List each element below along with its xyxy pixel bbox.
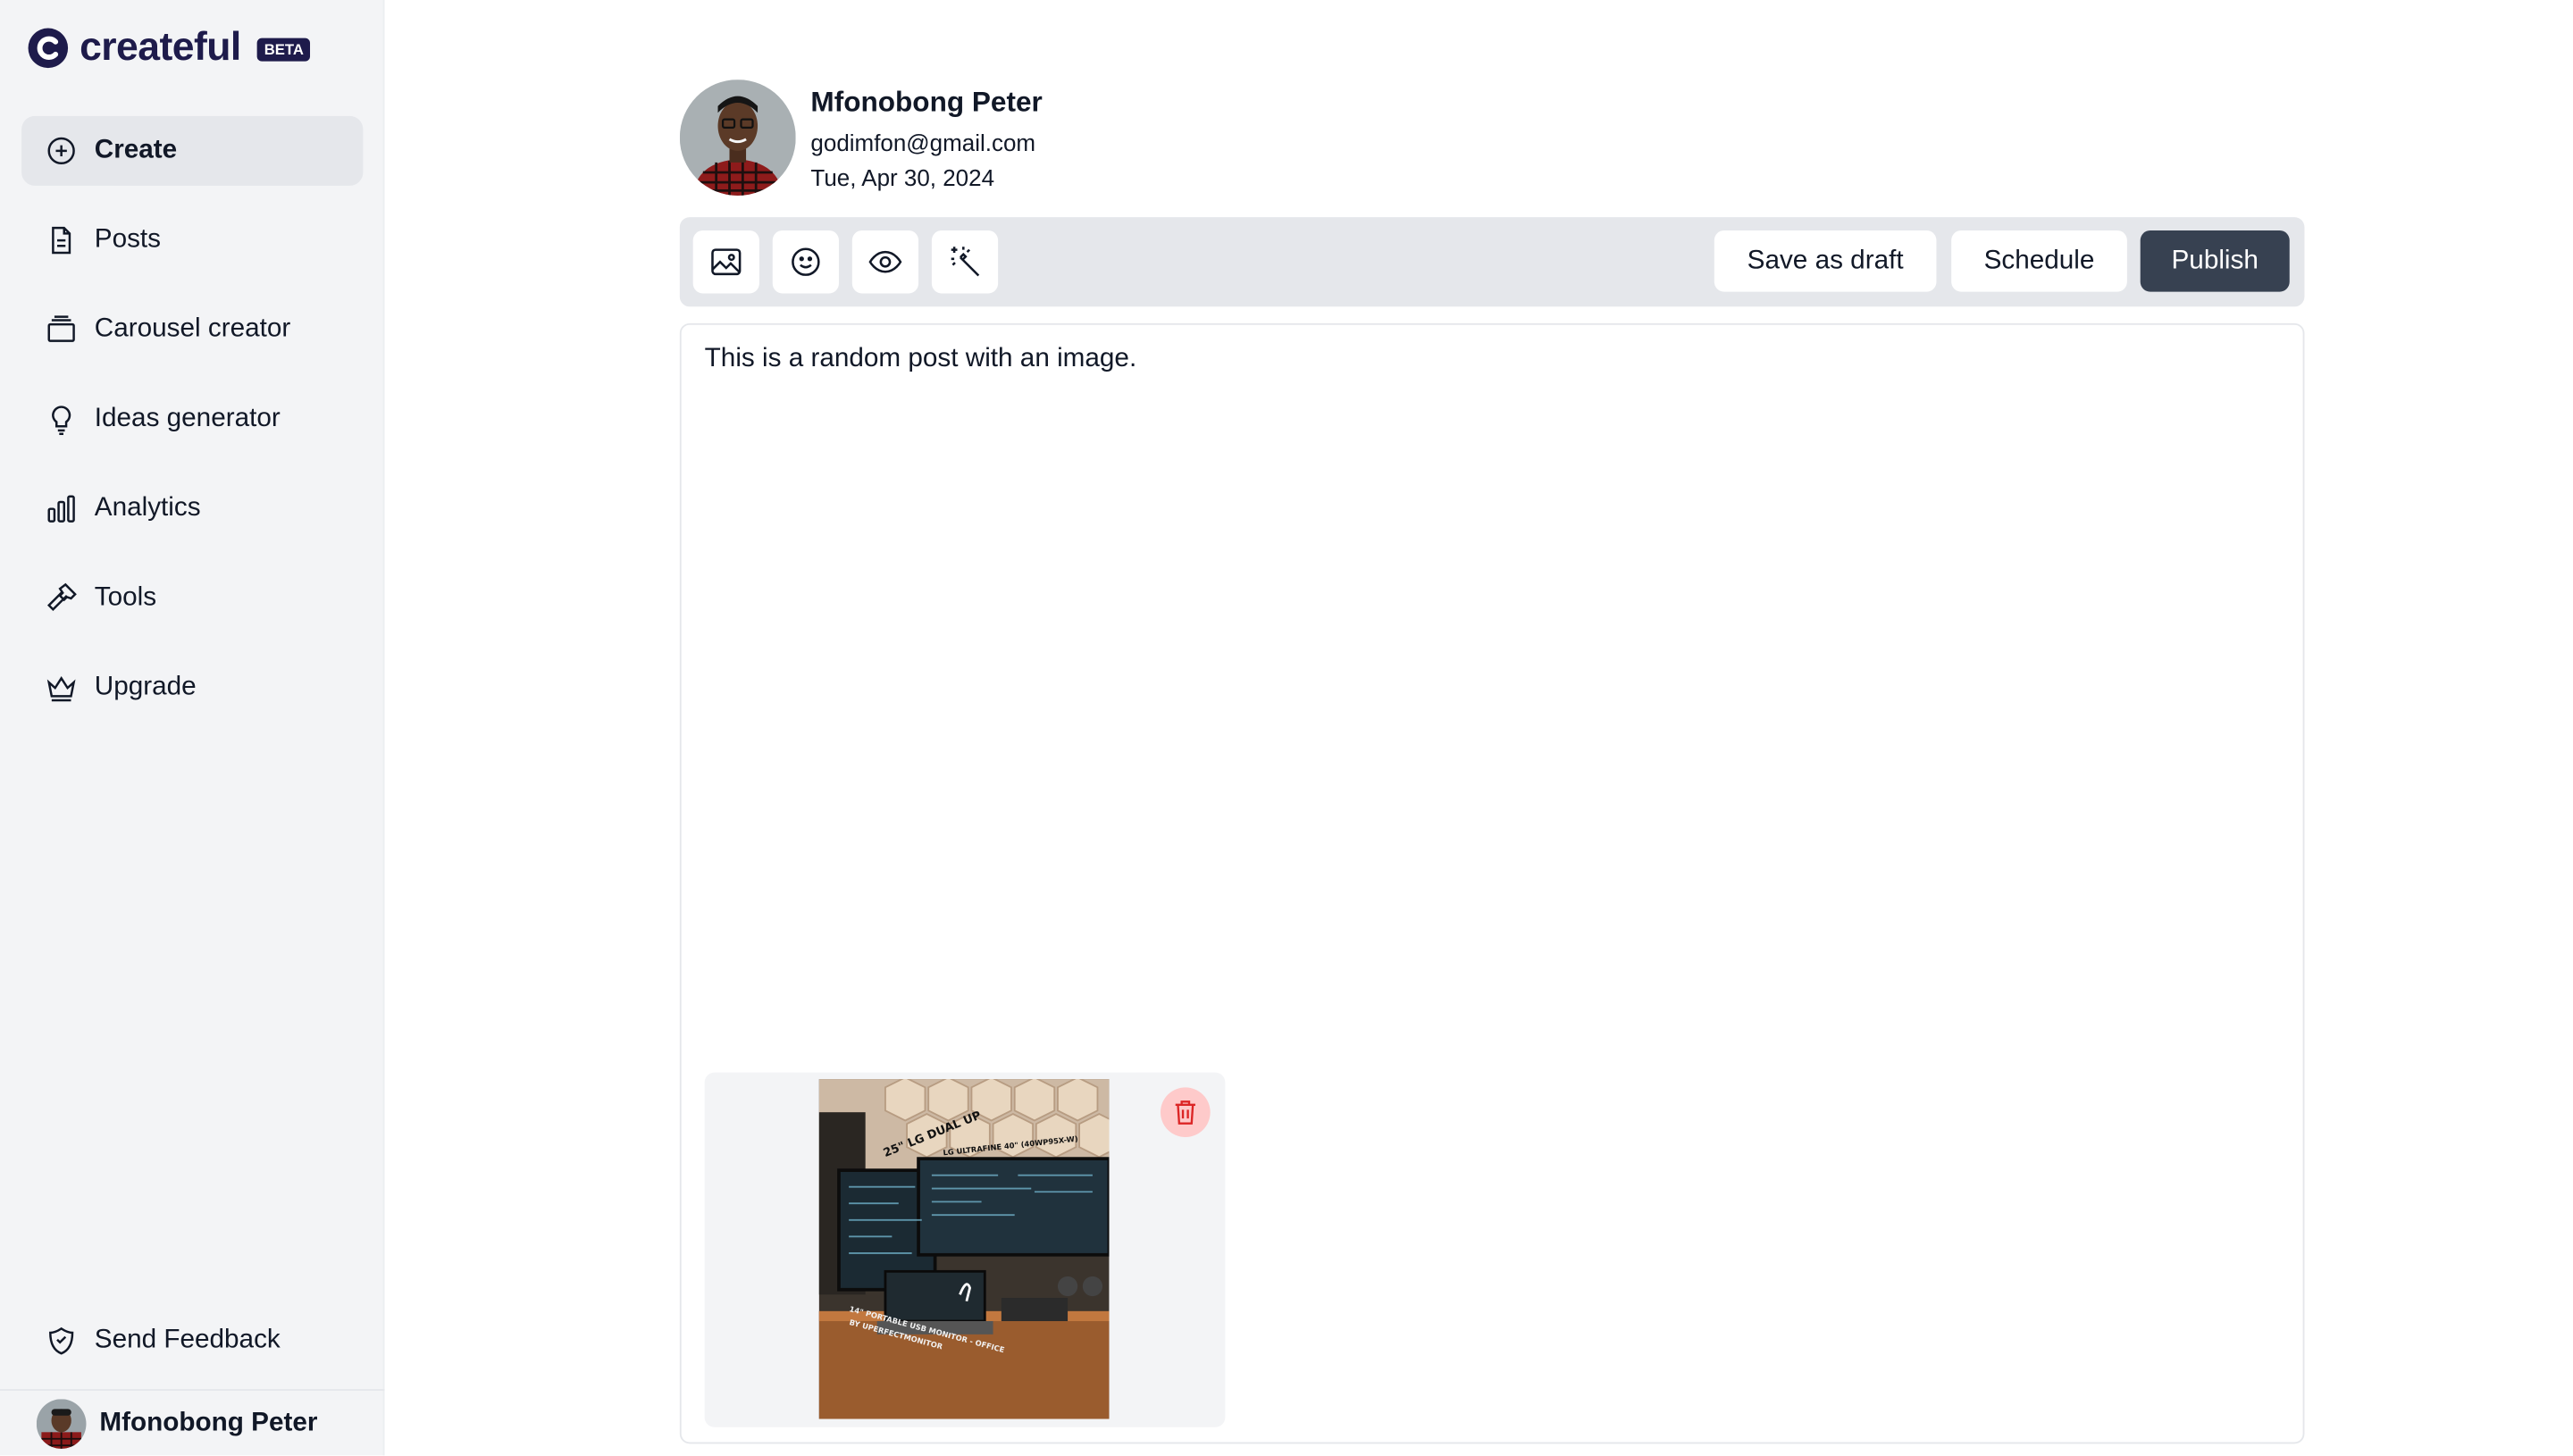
avatar-image <box>36 1398 87 1448</box>
sidebar-item-analytics[interactable]: Analytics <box>21 474 363 544</box>
send-feedback-button[interactable]: Send Feedback <box>21 1306 363 1376</box>
avatar <box>36 1398 87 1448</box>
lightbulb-icon <box>52 406 71 435</box>
sidebar-item-posts[interactable]: Posts <box>21 205 363 275</box>
emoji-icon <box>792 247 820 276</box>
sidebar-item-label: Upgrade <box>94 673 197 701</box>
avatar <box>679 79 796 196</box>
sidebar-item-label: Posts <box>94 225 162 254</box>
sidebar: createful BETA Create Posts Carousel cre… <box>0 0 385 1456</box>
user-account[interactable]: Mfonobong Peter <box>0 1389 385 1455</box>
trash-icon <box>1175 1100 1195 1125</box>
author-info: Mfonobong Peter godimfon@gmail.com Tue, … <box>810 79 1042 196</box>
logo[interactable]: createful BETA <box>27 23 311 73</box>
app-root: createful BETA Create Posts Carousel cre… <box>0 0 2573 1456</box>
sidebar-item-label: Carousel creator <box>94 314 291 344</box>
publish-button[interactable]: Publish <box>2140 230 2290 292</box>
magic-wand-icon <box>951 247 980 277</box>
add-image-button[interactable] <box>692 230 759 294</box>
sidebar-item-create[interactable]: Create <box>21 115 364 186</box>
preview-eye-icon <box>868 250 902 273</box>
author-name: Mfonobong Peter <box>810 86 1043 118</box>
save-draft-button[interactable]: Save as draft <box>1714 230 1937 292</box>
post-date: Tue, Apr 30, 2024 <box>810 163 995 191</box>
post-text[interactable]: This is a random post with an image. <box>705 345 1137 374</box>
plus-circle-icon <box>47 137 75 165</box>
sidebar-item-tools[interactable]: Tools <box>21 564 363 633</box>
beta-badge: BETA <box>257 38 311 62</box>
post-editor[interactable]: This is a random post with an image. 25"… <box>679 322 2305 1444</box>
editor-toolbar: Save as draft Schedule Publish <box>679 217 2305 307</box>
schedule-button[interactable]: Schedule <box>1951 230 2127 292</box>
avatar-image <box>679 79 796 196</box>
ai-magic-button[interactable] <box>931 230 999 294</box>
author-email: godimfon@gmail.com <box>810 129 1036 156</box>
attached-image: 25" LG DUAL UP LG ULTRAFINE 40" (40WP95X… <box>818 1079 1110 1419</box>
document-icon <box>52 226 71 255</box>
crown-icon <box>46 676 76 702</box>
bar-chart-icon <box>47 495 75 523</box>
logo-icon <box>28 28 69 69</box>
sidebar-item-label: Ideas generator <box>94 404 281 433</box>
sidebar-item-label: Tools <box>94 583 157 612</box>
emoji-button[interactable] <box>772 230 839 294</box>
attached-image-card: 25" LG DUAL UP LG ULTRAFINE 40" (40WP95X… <box>704 1072 1226 1427</box>
send-feedback-label: Send Feedback <box>94 1326 281 1355</box>
sidebar-item-carousel[interactable]: Carousel creator <box>21 295 363 364</box>
feedback-icon <box>49 1326 74 1355</box>
user-name: Mfonobong Peter <box>99 1408 318 1436</box>
sidebar-nav: Create Posts Carousel creator Ideas gene… <box>21 115 364 742</box>
sidebar-item-label: Analytics <box>94 493 201 523</box>
hammer-icon <box>46 582 77 612</box>
sidebar-item-upgrade[interactable]: Upgrade <box>21 653 363 723</box>
delete-image-button[interactable] <box>1160 1087 1211 1138</box>
image-icon <box>711 248 742 276</box>
post-author-header: Mfonobong Peter godimfon@gmail.com Tue, … <box>679 79 1043 196</box>
logo-text: createful <box>80 24 241 70</box>
preview-button[interactable] <box>851 230 919 294</box>
sidebar-item-label: Create <box>94 136 178 164</box>
stack-icon <box>47 315 75 342</box>
sidebar-item-ideas[interactable]: Ideas generator <box>21 385 363 455</box>
